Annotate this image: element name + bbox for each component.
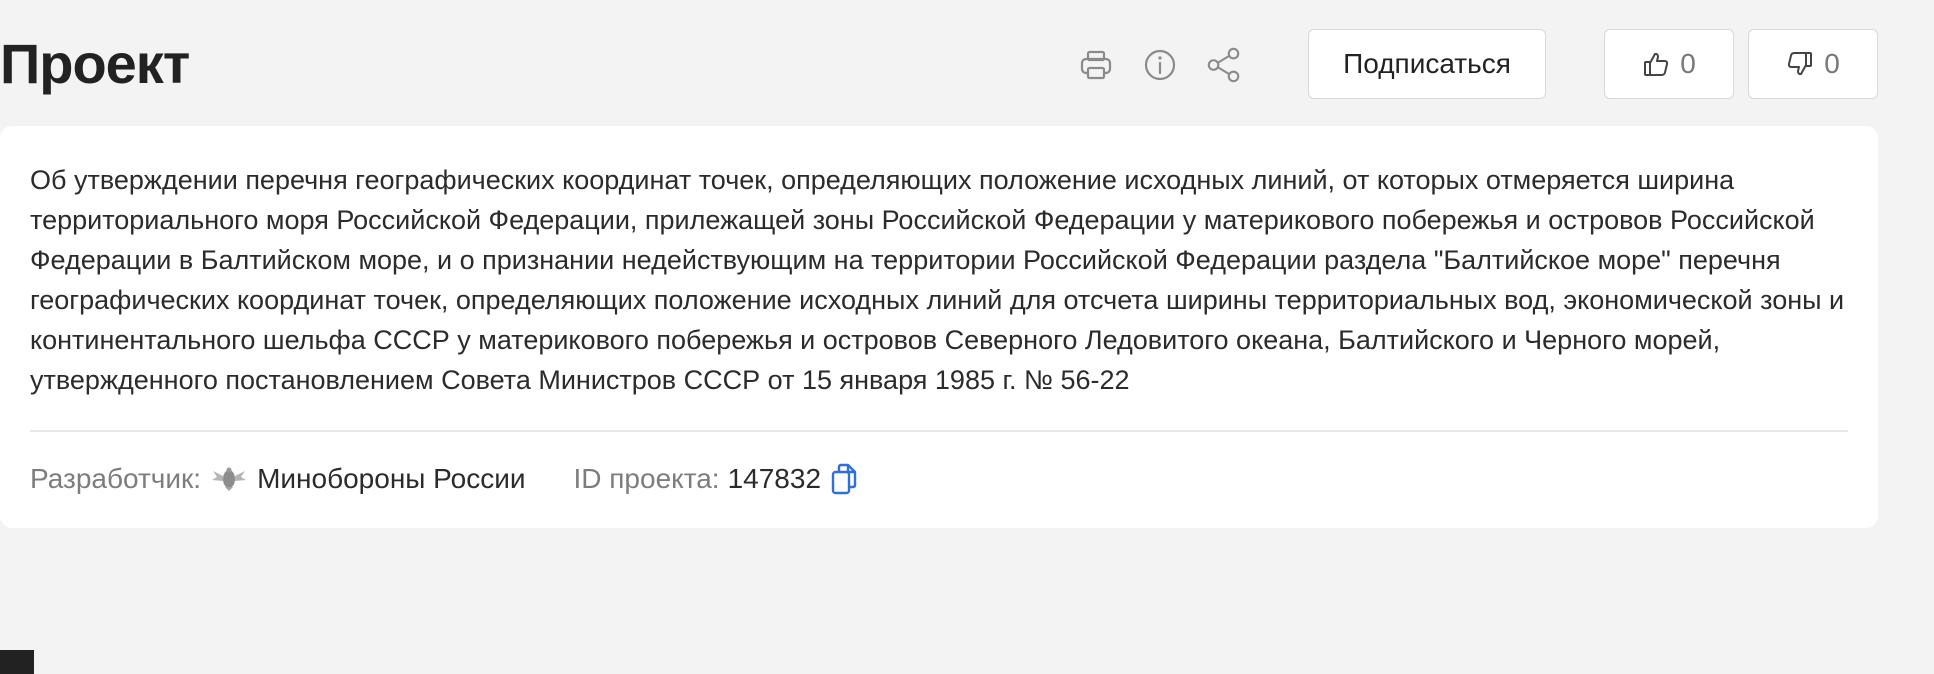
project-id-label: ID проекта: xyxy=(573,463,720,494)
project-card: Об утверждении перечня географических ко… xyxy=(0,126,1878,528)
dislike-count: 0 xyxy=(1824,48,1840,79)
dislike-button[interactable]: 0 xyxy=(1748,29,1878,99)
project-meta: Разработчик: Минобороны России ID проект… xyxy=(30,456,861,502)
page-title: Проект xyxy=(0,32,190,95)
share-icon[interactable] xyxy=(1205,46,1243,84)
print-icon[interactable] xyxy=(1077,46,1115,84)
divider xyxy=(30,430,1848,432)
subscribe-button[interactable]: Подписаться xyxy=(1308,29,1546,99)
thumbs-down-icon xyxy=(1786,50,1814,78)
next-section-heading-fragment xyxy=(0,650,34,674)
thumbs-up-icon xyxy=(1642,50,1670,78)
info-icon[interactable] xyxy=(1141,46,1179,84)
project-description: Об утверждении перечня географических ко… xyxy=(30,165,1845,395)
like-count: 0 xyxy=(1680,48,1696,79)
developer-label: Разработчик: xyxy=(30,463,202,494)
copy-icon[interactable] xyxy=(829,462,861,496)
project-id-value: 147832 xyxy=(727,463,822,494)
developer-emblem-icon xyxy=(211,466,247,492)
like-button[interactable]: 0 xyxy=(1604,29,1734,99)
subscribe-button-label: Подписаться xyxy=(1343,48,1511,79)
developer-name[interactable]: Минобороны России xyxy=(257,463,525,495)
